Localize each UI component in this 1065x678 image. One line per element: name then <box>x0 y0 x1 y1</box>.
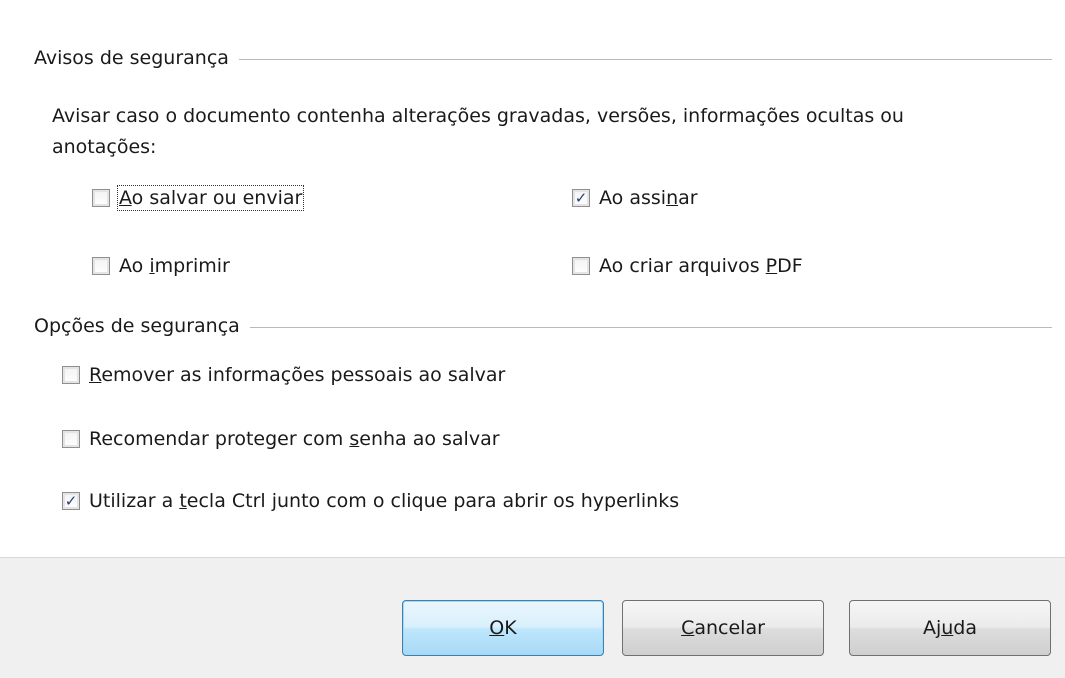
checkbox-on-save-or-send[interactable] <box>92 189 110 207</box>
label-on-print[interactable]: Ao imprimir <box>119 255 230 277</box>
check-mark-icon: ✓ <box>574 189 588 207</box>
check-mark-icon: ✓ <box>64 492 78 510</box>
option-on-sign[interactable]: ✓ Ao assinar <box>572 184 698 212</box>
option-on-print[interactable]: Ao imprimir <box>92 252 230 280</box>
ok-button-label: OK <box>489 617 517 639</box>
section-title-security-options: Opções de segurança <box>34 315 240 337</box>
option-ctrl-click-hyperlinks[interactable]: ✓ Utilizar a tecla Ctrl junto com o cliq… <box>62 487 679 515</box>
label-remove-personal-info[interactable]: Remover as informações pessoais ao salva… <box>89 364 505 386</box>
check-mark-icon <box>64 431 78 447</box>
warning-description-line1: Avisar caso o documento contenha alteraç… <box>52 105 904 127</box>
option-on-save-or-send[interactable]: Ao salvar ou enviar <box>92 184 305 212</box>
dialog-content: Avisos de segurança Avisar caso o docume… <box>0 0 1065 557</box>
checkbox-on-sign[interactable]: ✓ <box>572 189 590 207</box>
help-button-label: Ajuda <box>922 617 978 639</box>
section-header-warnings: Avisos de segurança <box>34 46 1052 70</box>
check-mark-icon <box>64 367 78 383</box>
checkbox-on-create-pdf[interactable] <box>572 257 590 275</box>
label-on-create-pdf[interactable]: Ao criar arquivos PDF <box>599 255 803 277</box>
section-header-security-options: Opções de segurança <box>34 314 1052 338</box>
option-remove-personal-info[interactable]: Remover as informações pessoais ao salva… <box>62 361 505 389</box>
check-mark-icon <box>94 190 108 206</box>
option-recommend-password[interactable]: Recomendar proteger com senha ao salvar <box>62 425 500 453</box>
cancel-button-label: Cancelar <box>681 617 765 639</box>
option-on-create-pdf[interactable]: Ao criar arquivos PDF <box>572 252 803 280</box>
section-divider <box>238 58 1052 60</box>
checkbox-on-print[interactable] <box>92 257 110 275</box>
label-ctrl-click-hyperlinks[interactable]: Utilizar a tecla Ctrl junto com o clique… <box>89 490 679 512</box>
check-mark-icon <box>94 258 108 274</box>
ok-button[interactable]: OK <box>402 600 604 656</box>
check-mark-icon <box>574 258 588 274</box>
section-divider <box>249 326 1052 328</box>
checkbox-recommend-password[interactable] <box>62 430 80 448</box>
checkbox-ctrl-click-hyperlinks[interactable]: ✓ <box>62 492 80 510</box>
checkbox-remove-personal-info[interactable] <box>62 366 80 384</box>
warning-description-line2: anotações: <box>52 136 157 158</box>
label-recommend-password[interactable]: Recomendar proteger com senha ao salvar <box>89 428 500 450</box>
section-title-warnings: Avisos de segurança <box>34 47 229 69</box>
help-button[interactable]: Ajuda <box>849 600 1051 656</box>
label-on-save-or-send[interactable]: Ao salvar ou enviar <box>116 185 305 211</box>
label-on-sign[interactable]: Ao assinar <box>599 187 698 209</box>
cancel-button[interactable]: Cancelar <box>622 600 824 656</box>
dialog-button-bar: OK Cancelar Ajuda <box>0 557 1065 678</box>
